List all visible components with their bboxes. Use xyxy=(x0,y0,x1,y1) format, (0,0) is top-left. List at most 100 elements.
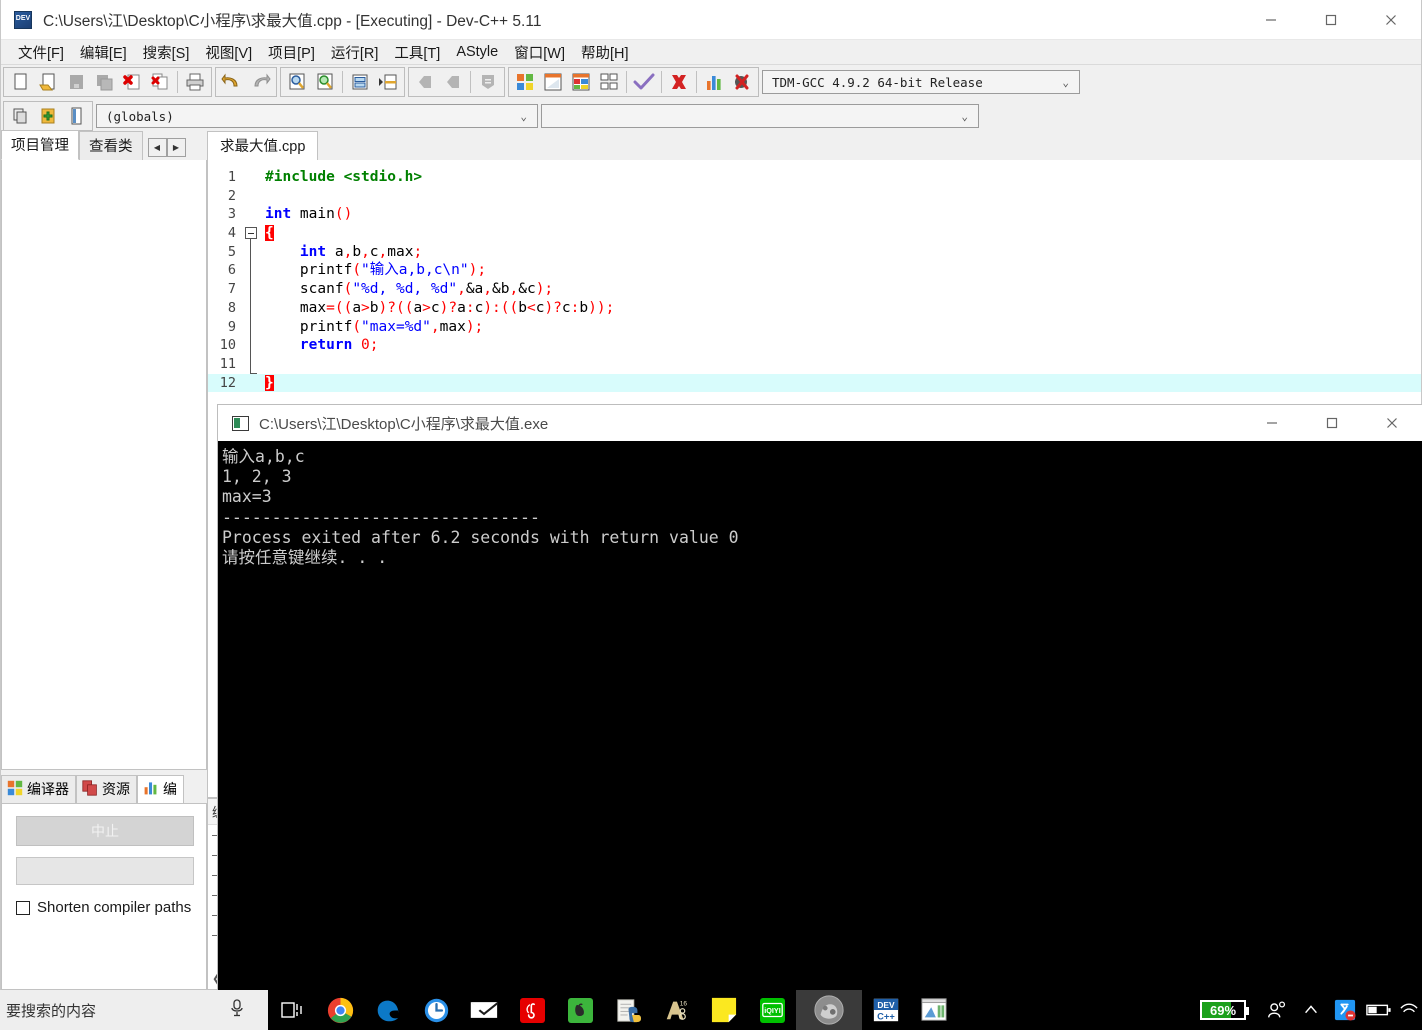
tab-file-qiuzuidazhi[interactable]: 求最大值.cpp xyxy=(207,131,319,160)
redo-icon[interactable] xyxy=(246,69,274,95)
people-icon[interactable] xyxy=(1260,990,1294,1030)
search-input[interactable]: 要搜索的内容 xyxy=(0,990,268,1030)
maximize-button[interactable] xyxy=(1301,0,1361,40)
compile-icon[interactable] xyxy=(511,69,539,95)
console-close-button[interactable] xyxy=(1362,403,1422,443)
console-minimize-button[interactable] xyxy=(1242,403,1302,443)
netease-music-icon[interactable] xyxy=(508,990,556,1030)
menu-run[interactable]: 运行[R] xyxy=(323,40,387,65)
sticky-notes-icon[interactable] xyxy=(700,990,748,1030)
tab-class-browser[interactable]: 查看类 xyxy=(79,131,143,160)
code-line[interactable]: 3 int main() xyxy=(208,205,1421,224)
compile-log-icon xyxy=(143,780,159,799)
tab-compile-log[interactable]: 编 xyxy=(137,775,184,803)
new-file-icon[interactable] xyxy=(6,69,34,95)
tab-project-manager[interactable]: 项目管理 xyxy=(1,130,79,160)
check-syntax-icon[interactable] xyxy=(630,69,658,95)
menu-search[interactable]: 搜索[S] xyxy=(135,40,198,65)
network-icon[interactable] xyxy=(1396,990,1422,1030)
undo-icon[interactable] xyxy=(218,69,246,95)
chevron-up-icon[interactable] xyxy=(1294,990,1328,1030)
scope-select[interactable]: (globals) ⌄ xyxy=(96,104,538,128)
goto-line-icon[interactable] xyxy=(346,69,374,95)
symbol-select[interactable]: ⌄ xyxy=(541,104,979,128)
close-file-icon[interactable] xyxy=(118,69,146,95)
iqiyi-icon[interactable]: iQIYI xyxy=(748,990,796,1030)
task-view-icon[interactable] xyxy=(268,990,316,1030)
code-line[interactable]: 4{ xyxy=(208,224,1421,247)
print-icon[interactable] xyxy=(181,69,209,95)
shorten-paths-row[interactable]: Shorten compiler paths xyxy=(16,899,192,916)
code-line[interactable]: 10 return 0; xyxy=(208,336,1421,355)
menu-project[interactable]: 项目[P] xyxy=(260,40,323,65)
tab-nav-next[interactable]: ▶ xyxy=(166,137,186,157)
photo-viewer-icon[interactable] xyxy=(796,990,862,1030)
close-all-icon[interactable] xyxy=(146,69,174,95)
forward-icon[interactable] xyxy=(439,69,467,95)
code-line[interactable]: 5 int a,b,c,max; xyxy=(208,242,1421,262)
save-all-icon[interactable] xyxy=(90,69,118,95)
battery-percent-badge[interactable]: 69% xyxy=(1200,1000,1249,1020)
tab-compiler[interactable]: 编译器 xyxy=(1,775,76,803)
code-line[interactable]: 11 xyxy=(208,354,1421,374)
add-to-project-icon[interactable] xyxy=(34,103,62,129)
menu-help[interactable]: 帮助[H] xyxy=(573,40,637,65)
compiler-select[interactable]: TDM-GCC 4.9.2 64-bit Release ⌄ xyxy=(762,70,1080,94)
menu-file[interactable]: 文件[F] xyxy=(10,40,72,65)
menu-astyle[interactable]: AStyle xyxy=(448,42,506,62)
battery-icon[interactable] xyxy=(1362,990,1396,1030)
save-file-icon[interactable] xyxy=(62,69,90,95)
open-file-icon[interactable] xyxy=(34,69,62,95)
menu-window[interactable]: 窗口[W] xyxy=(506,40,573,65)
audition-icon[interactable]: 16 xyxy=(652,990,700,1030)
svg-text:DEV: DEV xyxy=(877,1000,895,1010)
new-project-icon[interactable] xyxy=(6,103,34,129)
rebuild-all-icon[interactable] xyxy=(595,69,623,95)
goto-function-icon[interactable] xyxy=(374,69,402,95)
minimize-button[interactable] xyxy=(1241,0,1301,40)
dev-cpp-taskbar-icon[interactable]: DEV C++ xyxy=(862,990,910,1030)
shorten-paths-checkbox[interactable] xyxy=(16,900,30,915)
code-line[interactable]: 8 max=((a>b)?((a>c)?a:c):((b<c)?c:b)); xyxy=(208,298,1421,318)
close-button[interactable] xyxy=(1361,0,1421,40)
console-taskbar-icon[interactable] xyxy=(910,990,958,1030)
project-manager-panel[interactable] xyxy=(1,160,207,770)
find-replace-icon[interactable] xyxy=(311,69,339,95)
code-line[interactable]: 6 printf("输入a,b,c\n"); xyxy=(208,261,1421,281)
fold-toggle-icon[interactable] xyxy=(241,361,262,393)
line-number: 7 xyxy=(227,281,236,298)
code-line[interactable]: 9 printf("max=%d",max); xyxy=(208,317,1421,337)
bookmark-icon[interactable] xyxy=(474,69,502,95)
python-editor-icon[interactable] xyxy=(604,990,652,1030)
project-options-icon[interactable] xyxy=(62,103,90,129)
find-icon[interactable] xyxy=(283,69,311,95)
edge-icon[interactable] xyxy=(364,990,412,1030)
debug-icon[interactable] xyxy=(728,69,756,95)
code-line[interactable]: 1 #include <stdio.h> xyxy=(208,168,1421,187)
fold-toggle-icon[interactable] xyxy=(241,224,262,247)
code-line[interactable]: 12} xyxy=(208,361,1421,393)
menu-tools[interactable]: 工具[T] xyxy=(386,40,448,65)
tab-nav-prev[interactable]: ◀ xyxy=(147,137,167,157)
action-center-icon[interactable] xyxy=(1328,990,1362,1030)
profile-icon[interactable] xyxy=(700,69,728,95)
code-line[interactable]: 2 xyxy=(208,187,1421,206)
clock-app-icon[interactable] xyxy=(412,990,460,1030)
microphone-icon[interactable] xyxy=(228,998,246,1023)
evernote-icon[interactable] xyxy=(556,990,604,1030)
compile-run-icon[interactable] xyxy=(567,69,595,95)
code-content[interactable]: 1 #include <stdio.h> 2 3 int main() 4{5 int a… xyxy=(208,160,1421,393)
code-text: #include <stdio.h> xyxy=(265,169,423,185)
console-maximize-button[interactable] xyxy=(1302,403,1362,443)
mail-icon[interactable] xyxy=(460,990,508,1030)
console-output[interactable]: 输入a,b,c 1, 2, 3 max=3 ------------------… xyxy=(218,441,1422,990)
run-icon[interactable] xyxy=(539,69,567,95)
tab-resource[interactable]: 资源 xyxy=(76,775,137,803)
chrome-icon[interactable] xyxy=(316,990,364,1030)
code-line[interactable]: 7 scanf("%d, %d, %d",&a,&b,&c); xyxy=(208,280,1421,299)
menu-view[interactable]: 视图[V] xyxy=(197,40,260,65)
abort-button[interactable]: 中止 xyxy=(16,816,194,846)
stop-execution-icon[interactable] xyxy=(665,69,693,95)
menu-edit[interactable]: 编辑[E] xyxy=(72,40,135,65)
back-icon[interactable] xyxy=(411,69,439,95)
